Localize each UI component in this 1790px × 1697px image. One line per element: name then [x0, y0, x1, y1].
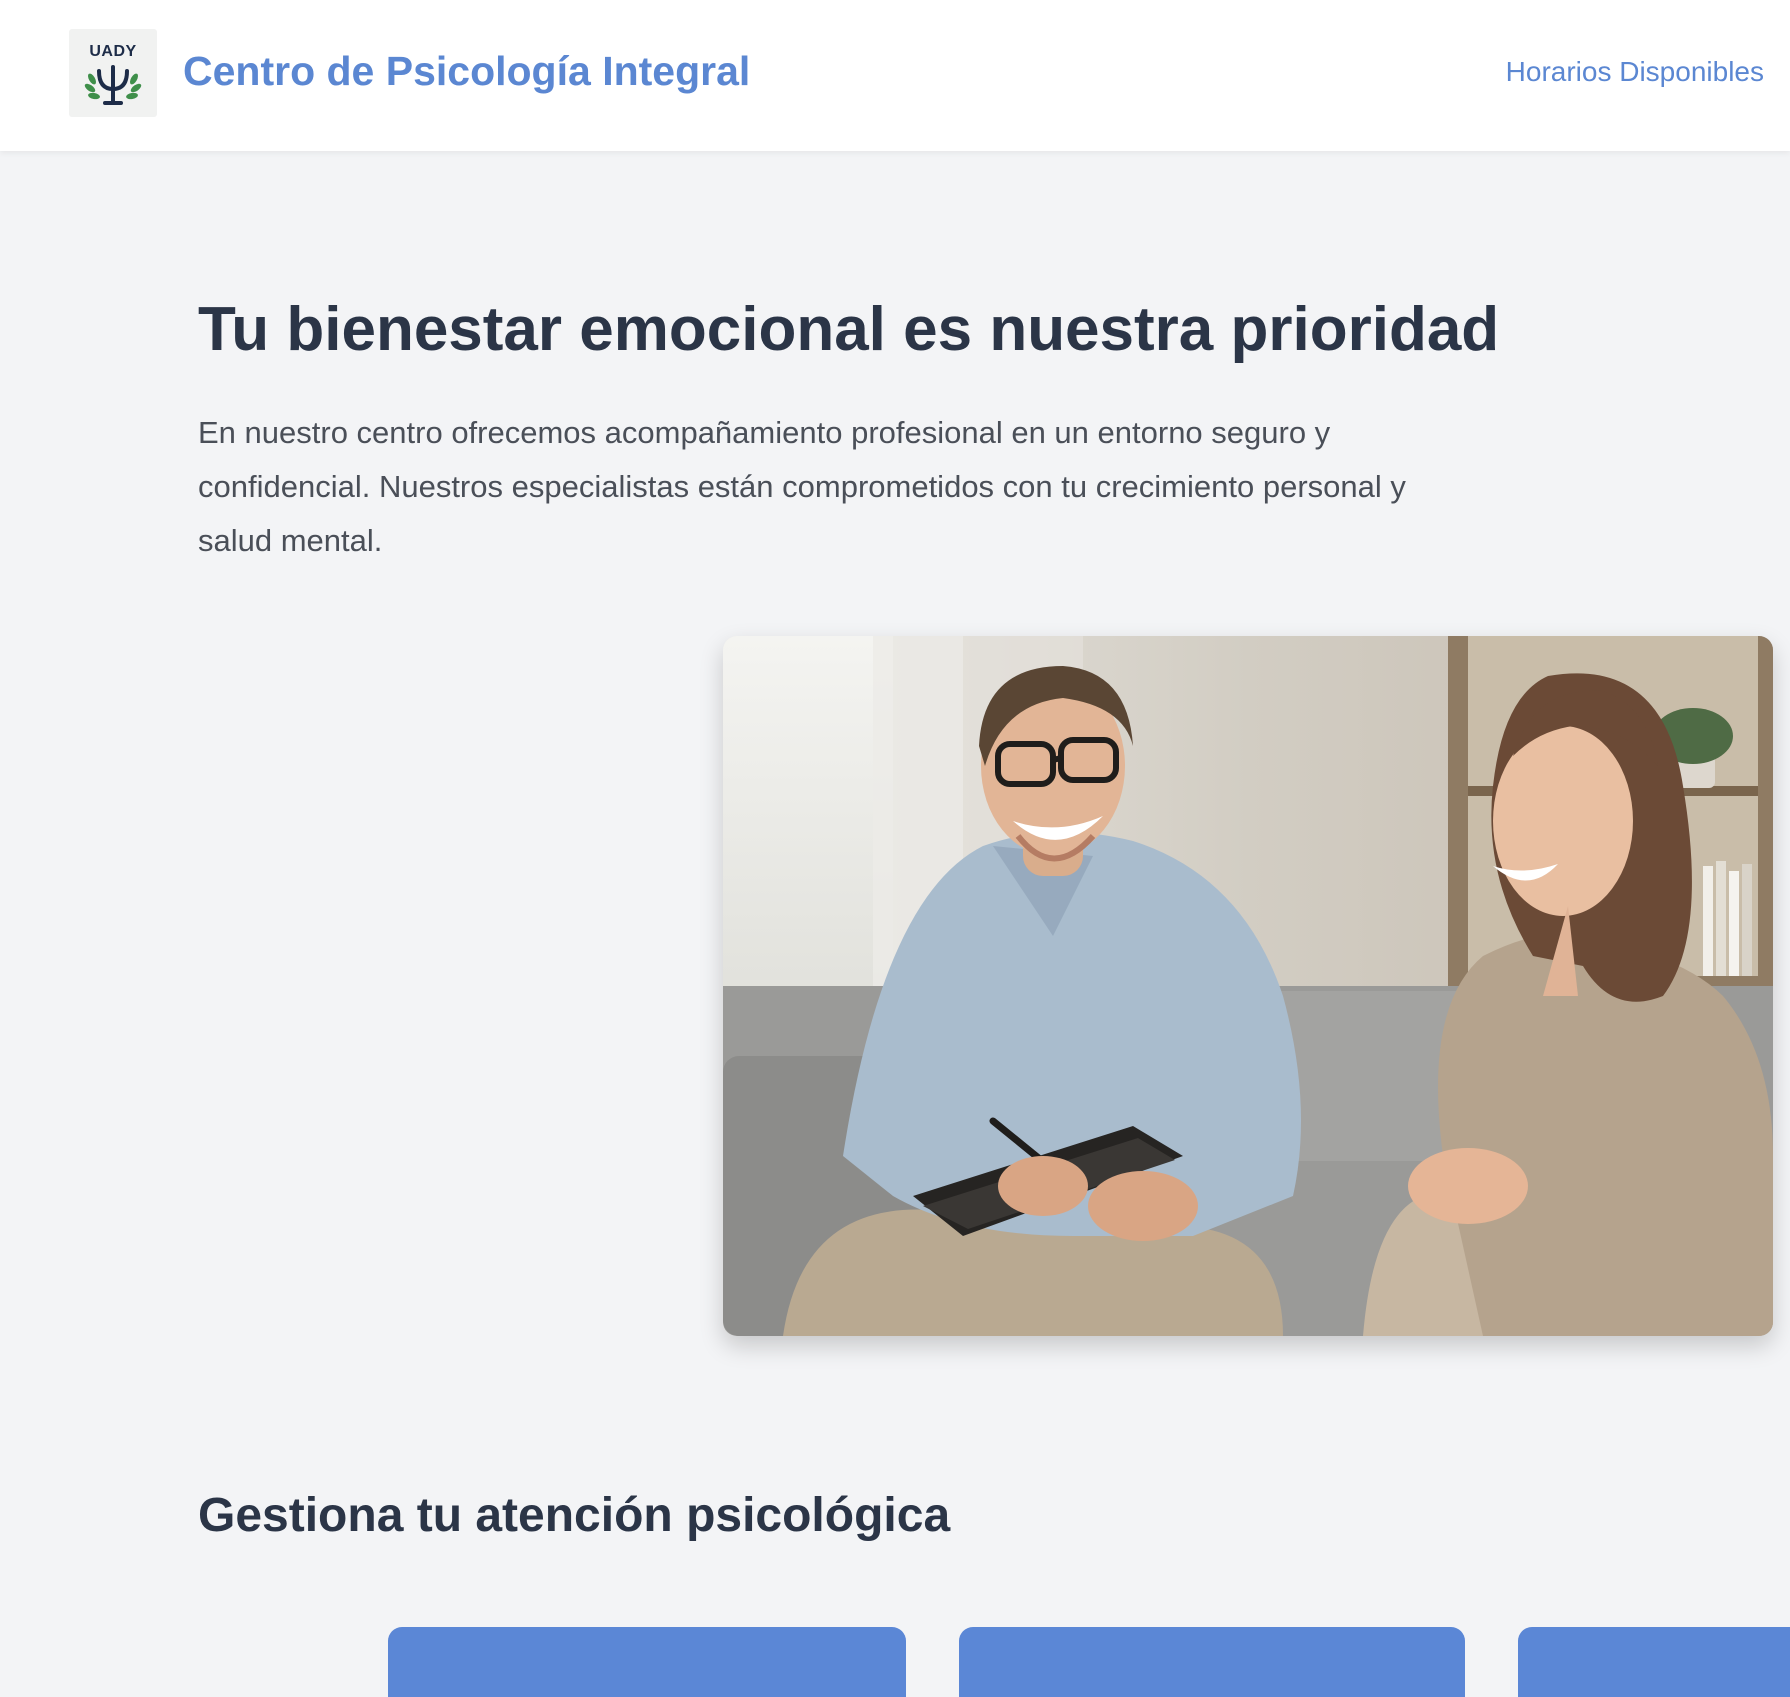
- logo-text: UADY: [89, 43, 137, 60]
- service-card-2[interactable]: [959, 1627, 1465, 1697]
- hero-description: En nuestro centro ofrecemos acompañamien…: [198, 415, 1406, 558]
- hero-title: Tu bienestar emocional es nuestra priori…: [198, 295, 1500, 364]
- hero-image: [723, 636, 1773, 1336]
- top-navigation-bar: UADY Centro de Psicología Integral Horar…: [0, 0, 1790, 151]
- service-card-1[interactable]: [388, 1627, 906, 1697]
- section-title: Gestiona tu atención psicológica: [198, 1489, 951, 1542]
- psi-laurel-icon: [84, 65, 142, 105]
- nav-link-horarios[interactable]: Horarios Disponibles: [1506, 56, 1764, 88]
- service-card-3[interactable]: [1518, 1627, 1790, 1697]
- brand-title[interactable]: Centro de Psicología Integral: [183, 48, 750, 95]
- uady-logo[interactable]: UADY: [69, 29, 157, 117]
- therapy-session-illustration: [723, 636, 1773, 1336]
